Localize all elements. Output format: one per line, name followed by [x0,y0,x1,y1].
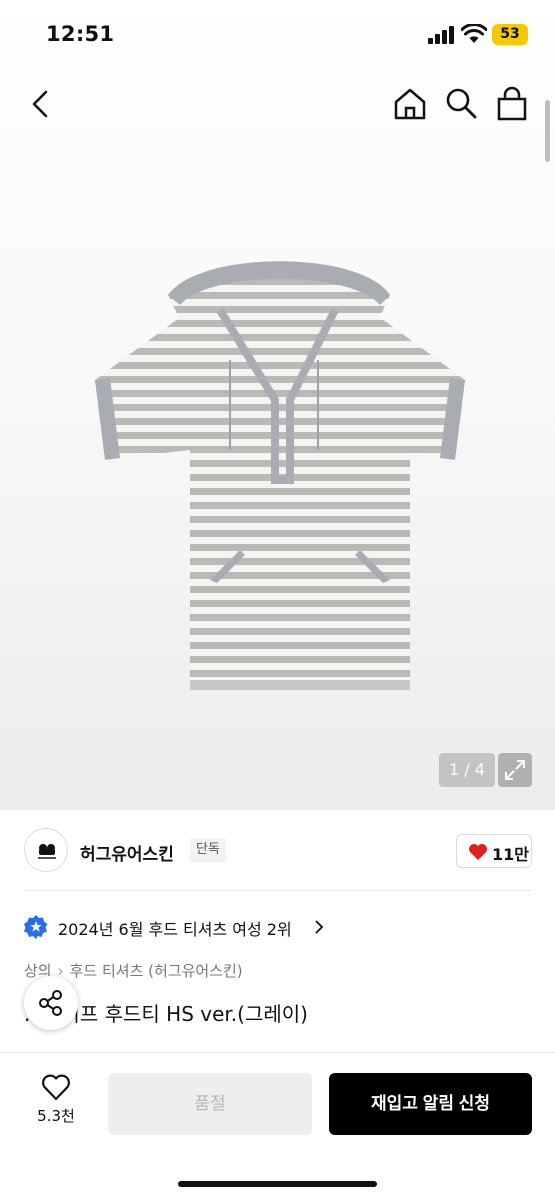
share-button[interactable] [24,976,78,1030]
scroll-indicator[interactable] [545,100,550,162]
wishlist-button[interactable]: 5.3천 [24,1073,88,1133]
rank-badge-icon [24,915,48,939]
wishlist-count: 5.3천 [37,1107,75,1125]
status-time: 12:51 [46,22,115,46]
cart-icon[interactable] [495,86,529,122]
battery-indicator: 53 [492,24,528,45]
product-image[interactable] [90,250,475,700]
search-icon[interactable] [444,86,478,122]
wifi-icon [461,24,487,43]
expand-icon[interactable] [498,753,532,787]
ranking-row[interactable]: 2024년 6월 후드 티셔츠 여성 2위 [24,912,534,942]
status-bar: 12:51 53 [0,0,555,70]
heart-outline-icon [42,1074,70,1101]
share-icon [39,990,62,1016]
bottom-action-bar: 5.3천 품절 재입고 알림 신청 [0,1052,555,1200]
heart-icon [469,844,487,860]
ranking-text: 2024년 6월 후드 티셔츠 여성 2위 [58,920,292,939]
product-hero: 12:51 53 1 / 4 [0,0,555,810]
brand-name[interactable]: 허그유어스킨 [80,840,174,865]
brand-like-button[interactable]: 11만 [456,834,532,868]
breadcrumb-item-subcategory[interactable]: 후드 티셔츠 (허그유어스킨) [70,962,243,980]
back-icon[interactable] [26,88,56,120]
restock-alert-button[interactable]: 재입고 알림 신청 [329,1073,532,1135]
brand-logo[interactable] [24,828,68,872]
chevron-right-icon [315,920,324,934]
brand-row: 허그유어스킨 단독 11만 [0,810,555,892]
brand-logo-mark [38,844,56,859]
sold-out-button[interactable]: 품절 [108,1073,312,1135]
signal-icon [428,26,454,44]
brand-like-count: 11만 [492,845,529,864]
divider [24,890,531,891]
gallery-counter: 1 / 4 [439,753,495,787]
exclusive-badge: 단독 [190,838,226,862]
home-icon[interactable] [392,86,428,122]
home-indicator [178,1181,377,1187]
